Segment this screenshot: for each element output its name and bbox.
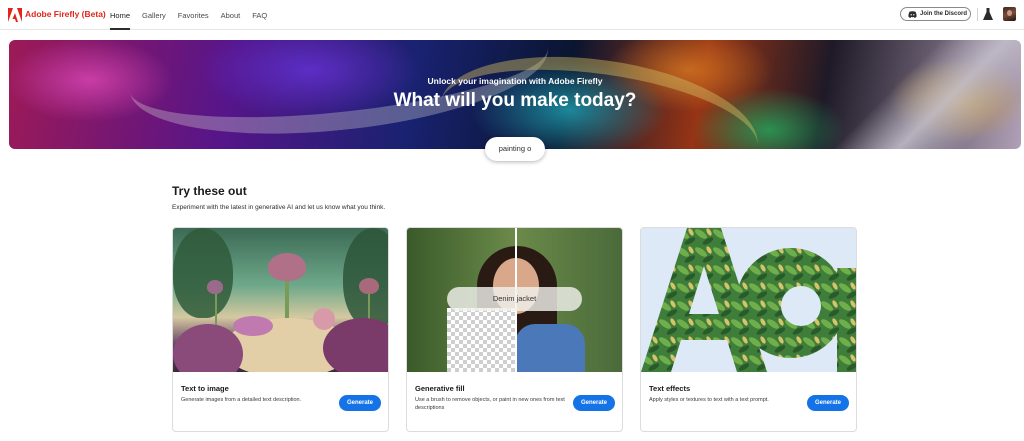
top-nav: Adobe Firefly (Beta) Home Gallery Favori…: [0, 0, 1024, 30]
hero-title: What will you make today?: [393, 90, 637, 111]
join-discord-button[interactable]: Join the Discord: [900, 7, 971, 21]
nav-link-gallery[interactable]: Gallery: [142, 0, 166, 30]
hero-subtitle: Unlock your imagination with Adobe Firef…: [427, 76, 603, 86]
card-generative-fill[interactable]: Denim jacket Generative fill Use a brush…: [406, 227, 623, 432]
flask-icon[interactable]: [983, 8, 993, 20]
card-text-to-image[interactable]: Text to image Generate images from a det…: [172, 227, 389, 432]
card-description: Use a brush to remove objects, or paint …: [415, 397, 565, 411]
brand-name[interactable]: Adobe Firefly (Beta): [25, 9, 106, 19]
generative-fill-thumbnail: Denim jacket: [407, 228, 622, 372]
hero-banner: Unlock your imagination with Adobe Firef…: [9, 40, 1021, 149]
join-discord-label: Join the Discord: [920, 11, 968, 17]
card-title: Generative fill: [415, 384, 465, 393]
nav-link-home[interactable]: Home: [110, 0, 131, 30]
nav-link-favorites[interactable]: Favorites: [178, 0, 209, 30]
text-to-image-thumbnail: [173, 228, 388, 372]
leafy-letters-graphic: [641, 228, 856, 372]
nav-divider: [977, 8, 978, 21]
card-title: Text effects: [649, 384, 691, 393]
generate-button[interactable]: Generate: [573, 395, 615, 411]
card-title: Text to image: [181, 384, 229, 393]
discord-icon: [908, 10, 917, 18]
adobe-logo-icon[interactable]: [8, 8, 22, 22]
user-avatar[interactable]: [1003, 7, 1016, 21]
text-effects-thumbnail: [641, 228, 856, 372]
fill-prompt-pill: Denim jacket: [447, 287, 582, 311]
generate-button[interactable]: Generate: [807, 395, 849, 411]
section-title: Try these out: [172, 184, 247, 198]
section-description: Experiment with the latest in generative…: [172, 204, 386, 211]
card-text-effects[interactable]: Text effects Apply styles or textures to…: [640, 227, 857, 432]
nav-link-faq[interactable]: FAQ: [252, 0, 267, 30]
card-description: Generate images from a detailed text des…: [181, 397, 302, 403]
card-description: Apply styles or textures to text with a …: [649, 397, 769, 403]
generate-button[interactable]: Generate: [339, 395, 381, 411]
nav-link-about[interactable]: About: [221, 0, 241, 30]
nav-links: Home Gallery Favorites About FAQ: [110, 0, 279, 30]
prompt-pill[interactable]: painting o: [485, 137, 545, 161]
